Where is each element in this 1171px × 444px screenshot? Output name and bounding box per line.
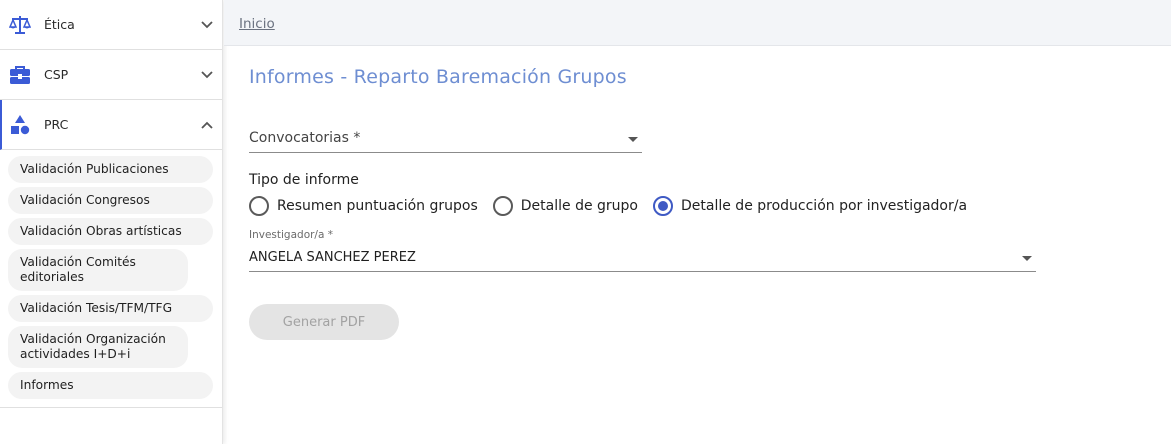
sidebar-item-validacion-obras-artisticas[interactable]: Validación Obras artísticas — [8, 218, 213, 245]
chevron-up-icon — [200, 118, 214, 132]
convocatorias-select[interactable]: Convocatorias * — [249, 126, 642, 153]
radio-label: Detalle de producción por investigador/a — [681, 198, 968, 214]
investigador-select[interactable]: ANGELA SANCHEZ PEREZ — [249, 246, 1036, 272]
prc-submenu: Validación Publicaciones Validación Cong… — [0, 150, 222, 408]
sidebar-item-informes[interactable]: Informes — [8, 372, 213, 399]
sidebar-module-label: PRC — [44, 117, 69, 132]
radio-circle-icon[interactable] — [492, 196, 513, 216]
sidebar-module-etica[interactable]: Ética — [0, 0, 222, 50]
tipo-informe-radio-group: Resumen puntuación grupos Detalle de gru… — [249, 196, 982, 216]
tipo-informe-label: Tipo de informe — [249, 172, 359, 188]
sidebar-module-csp[interactable]: CSP — [0, 50, 222, 100]
sidebar-item-validacion-congresos[interactable]: Validación Congresos — [8, 187, 213, 214]
sidebar-module-label: CSP — [44, 67, 69, 82]
sidebar-item-validacion-publicaciones[interactable]: Validación Publicaciones — [8, 156, 213, 183]
shapes-icon — [9, 114, 31, 136]
page-title: Informes - Reparto Baremación Grupos — [249, 66, 627, 88]
radio-circle-icon[interactable] — [249, 196, 269, 216]
radio-detalle-grupo[interactable]: Detalle de grupo — [492, 196, 638, 216]
radio-label: Resumen puntuación grupos — [277, 198, 478, 214]
briefcase-icon — [9, 64, 31, 86]
chevron-down-icon — [200, 18, 214, 32]
sidebar-item-validacion-tesis[interactable]: Validación Tesis/TFM/TFG — [8, 295, 213, 322]
sidebar: Ética CSP PRC Validación Publicaciones V… — [0, 0, 223, 444]
investigador-value: ANGELA SANCHEZ PEREZ — [249, 250, 416, 265]
dropdown-arrow-icon — [1022, 256, 1032, 261]
investigador-label: Investigador/a * — [249, 229, 333, 241]
radio-resumen-puntuacion[interactable]: Resumen puntuación grupos — [249, 196, 478, 216]
sidebar-module-label: Ética — [44, 17, 75, 32]
convocatorias-placeholder: Convocatorias * — [249, 130, 361, 146]
breadcrumb-home-link[interactable]: Inicio — [239, 16, 275, 32]
sidebar-item-validacion-organizacion[interactable]: Validación Organización actividades I+D+… — [8, 326, 188, 368]
sidebar-item-validacion-comites-editoriales[interactable]: Validación Comités editoriales — [8, 249, 188, 291]
sidebar-module-prc[interactable]: PRC — [0, 100, 222, 150]
dropdown-arrow-icon — [628, 137, 638, 142]
scale-icon — [9, 14, 31, 36]
top-bar: Inicio — [224, 0, 1171, 46]
radio-circle-checked-icon[interactable] — [653, 196, 673, 216]
app-root: Ética CSP PRC Validación Publicaciones V… — [0, 0, 1171, 444]
radio-detalle-produccion-investigador[interactable]: Detalle de producción por investigador/a — [653, 196, 967, 216]
generar-pdf-button[interactable]: Generar PDF — [249, 304, 399, 340]
radio-label: Detalle de grupo — [520, 198, 638, 214]
chevron-down-icon — [200, 68, 214, 82]
